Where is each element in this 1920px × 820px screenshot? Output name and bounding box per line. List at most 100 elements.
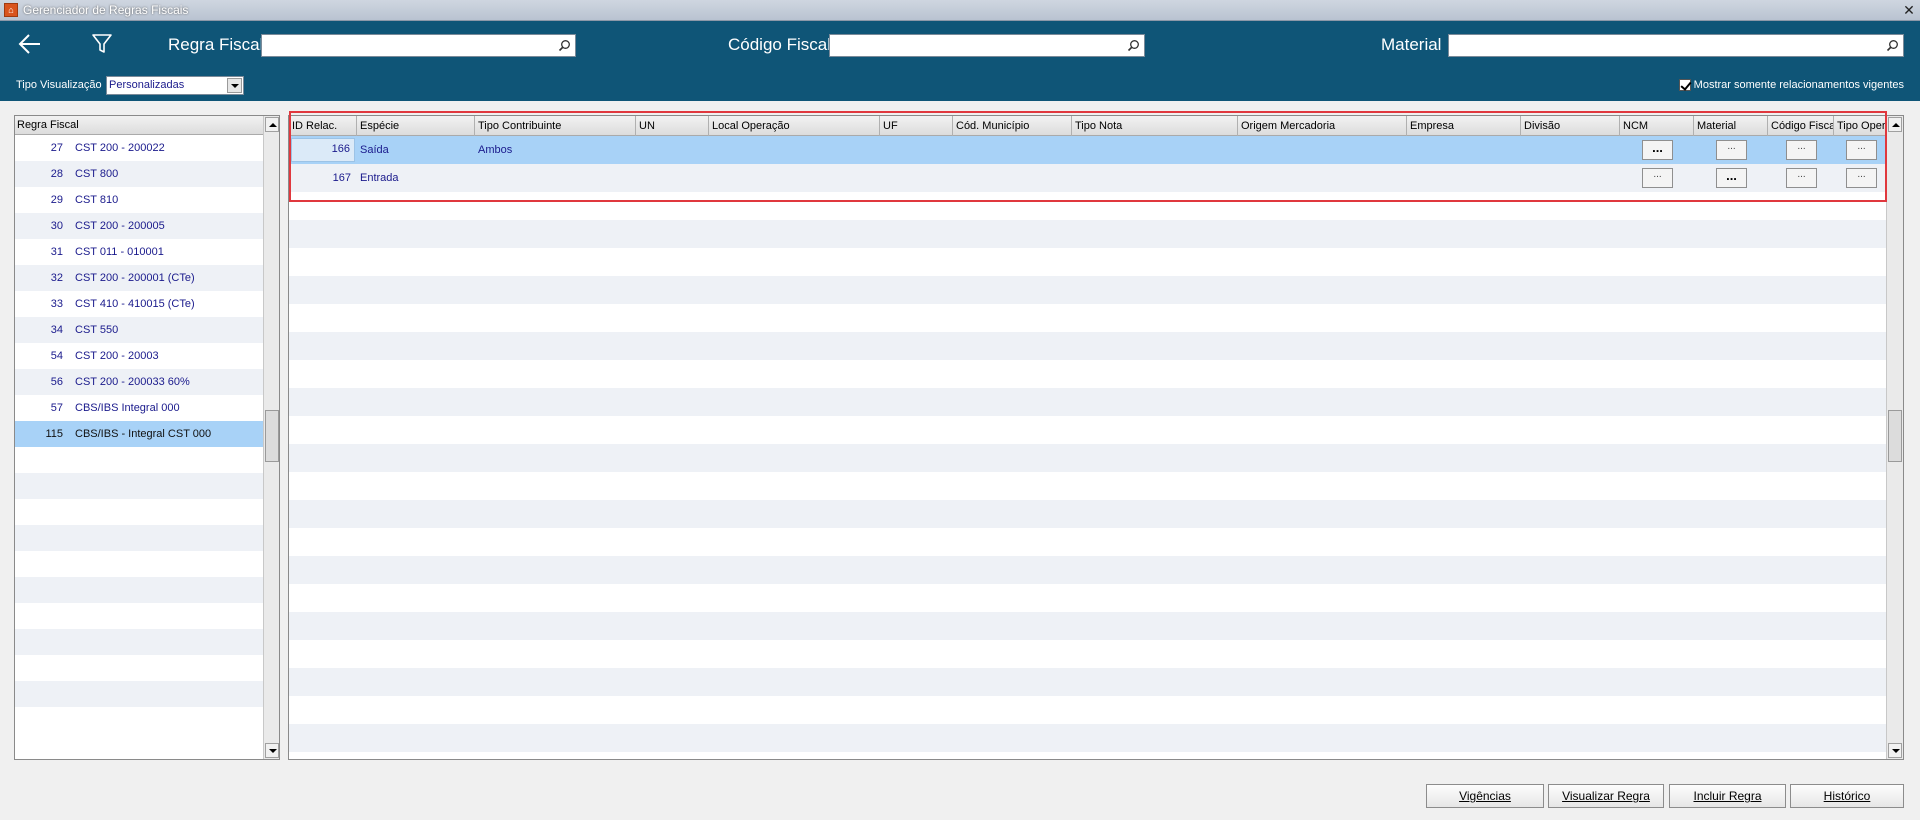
dropdown-arrow-icon[interactable]: [227, 78, 242, 93]
column-header[interactable]: Tipo Nota: [1072, 116, 1238, 136]
tipo-oper-ellipsis-button[interactable]: ...: [1846, 140, 1877, 160]
column-header[interactable]: UF: [880, 116, 953, 136]
material-ellipsis-button[interactable]: ...: [1716, 140, 1747, 160]
regra-label: CST 200 - 200022: [75, 142, 165, 154]
list-item[interactable]: 28 CST 800: [15, 161, 264, 187]
column-header[interactable]: UN: [636, 116, 709, 136]
back-arrow-icon[interactable]: [16, 31, 44, 57]
search-icon[interactable]: [1127, 39, 1140, 52]
material-input[interactable]: [1449, 35, 1903, 56]
scroll-down-icon[interactable]: [1888, 743, 1902, 758]
list-item[interactable]: 31 CST 011 - 010001: [15, 239, 264, 265]
regra-fiscal-label: Regra Fiscal: [168, 35, 264, 54]
list-item[interactable]: 33 CST 410 - 410015 (CTe): [15, 291, 264, 317]
grid-header: ID Relac. Espécie Tipo Contribuinte UN Local…: [289, 116, 1888, 136]
scroll-up-icon[interactable]: [1888, 117, 1902, 132]
close-icon[interactable]: ✕: [1901, 2, 1917, 18]
column-header[interactable]: Código Fiscal: [1768, 116, 1834, 136]
table-row: [289, 584, 1888, 612]
codigo-fiscal-input[interactable]: [830, 35, 1144, 56]
ncm-ellipsis-button[interactable]: ...: [1642, 140, 1673, 160]
table-row: [289, 416, 1888, 444]
material-search[interactable]: [1448, 34, 1904, 57]
list-item[interactable]: 34 CST 550: [15, 317, 264, 343]
column-header[interactable]: Empresa: [1407, 116, 1521, 136]
regra-fiscal-input[interactable]: [262, 35, 575, 56]
codigo-fiscal-label: Código Fiscal: [728, 35, 831, 54]
list-item: [15, 525, 264, 551]
ncm-ellipsis-button[interactable]: ...: [1642, 168, 1673, 188]
table-row: [289, 472, 1888, 500]
column-header[interactable]: Tipo Contribuinte: [475, 116, 636, 136]
regra-id: 30: [50, 220, 63, 232]
vigencias-button[interactable]: Vigências: [1426, 784, 1544, 808]
search-icon[interactable]: [1886, 39, 1899, 52]
codigo-fiscal-search[interactable]: [829, 34, 1145, 57]
table-row: [289, 500, 1888, 528]
material-ellipsis-button[interactable]: ...: [1716, 168, 1747, 188]
scroll-up-icon[interactable]: [265, 117, 279, 132]
vigentes-option[interactable]: Mostrar somente relacionamentos vigentes: [1678, 79, 1904, 91]
historico-button[interactable]: Histórico: [1790, 784, 1904, 808]
table-row: [289, 276, 1888, 304]
list-item: [15, 681, 264, 707]
column-header[interactable]: ID Relac.: [289, 116, 357, 136]
tipo-oper-ellipsis-button[interactable]: ...: [1846, 168, 1877, 188]
table-row: [289, 220, 1888, 248]
incluir-regra-button[interactable]: Incluir Regra: [1669, 784, 1786, 808]
table-row: [289, 192, 1888, 220]
column-header[interactable]: Divisão: [1521, 116, 1620, 136]
list-item[interactable]: 29 CST 810: [15, 187, 264, 213]
table-row[interactable]: 167 Entrada............: [289, 164, 1888, 192]
regra-label: CBS/IBS Integral 000: [75, 402, 180, 414]
regra-id: 33: [50, 298, 63, 310]
scroll-thumb[interactable]: [1888, 410, 1902, 462]
table-row: [289, 612, 1888, 640]
list-item[interactable]: 115 CBS/IBS - Integral CST 000: [15, 421, 264, 447]
column-header[interactable]: Origem Mercadoria: [1238, 116, 1407, 136]
scroll-down-icon[interactable]: [265, 743, 279, 758]
list-item[interactable]: 30 CST 200 - 200005: [15, 213, 264, 239]
list-item: [15, 629, 264, 655]
codigo-fiscal-ellipsis-button[interactable]: ...: [1786, 140, 1817, 160]
tipo-visualizacao-label: Tipo Visualização: [16, 79, 102, 91]
checkbox-icon[interactable]: [1678, 79, 1691, 91]
tipo-visualizacao-select[interactable]: Personalizadas: [106, 76, 244, 95]
grid-scrollbar[interactable]: [1886, 116, 1903, 759]
column-header[interactable]: NCM: [1620, 116, 1694, 136]
scroll-thumb[interactable]: [265, 410, 279, 462]
list-item[interactable]: 57 CBS/IBS Integral 000: [15, 395, 264, 421]
list-scrollbar[interactable]: [263, 116, 279, 759]
vigentes-label: Mostrar somente relacionamentos vigentes: [1693, 79, 1904, 91]
app-icon: ⌂: [4, 3, 18, 17]
regra-id: 115: [45, 428, 63, 440]
table-row: [289, 444, 1888, 472]
search-icon[interactable]: [558, 39, 571, 52]
id-relac-cell: 167: [332, 172, 351, 184]
column-header[interactable]: Material: [1694, 116, 1768, 136]
filter-icon[interactable]: [90, 32, 114, 56]
regra-id: 27: [50, 142, 63, 154]
codigo-fiscal-ellipsis-button[interactable]: ...: [1786, 168, 1817, 188]
especie-cell: Saída: [360, 144, 389, 156]
regra-fiscal-search[interactable]: [261, 34, 576, 57]
tipo-contribuinte-cell: [475, 164, 636, 192]
list-item[interactable]: 54 CST 200 - 20003: [15, 343, 264, 369]
especie-cell: Entrada: [360, 172, 399, 184]
visualizar-regra-button[interactable]: Visualizar Regra: [1548, 784, 1664, 808]
table-row: [289, 724, 1888, 752]
list-item: [15, 551, 264, 577]
column-header[interactable]: Local Operação: [709, 116, 880, 136]
regra-label: CBS/IBS - Integral CST 000: [75, 428, 212, 440]
table-row[interactable]: 166 Saída Ambos............: [289, 136, 1888, 164]
list-header-regra-fiscal[interactable]: Regra Fiscal: [15, 116, 264, 135]
regra-label: CST 800: [75, 168, 119, 180]
list-item: [15, 707, 264, 733]
column-header[interactable]: Tipo Oper.: [1834, 116, 1888, 136]
column-header[interactable]: Espécie: [357, 116, 475, 136]
list-item: [15, 603, 264, 629]
list-item[interactable]: 27 CST 200 - 200022: [15, 135, 264, 161]
list-item[interactable]: 56 CST 200 - 200033 60%: [15, 369, 264, 395]
list-item[interactable]: 32 CST 200 - 200001 (CTe): [15, 265, 264, 291]
column-header[interactable]: Cód. Município: [953, 116, 1072, 136]
